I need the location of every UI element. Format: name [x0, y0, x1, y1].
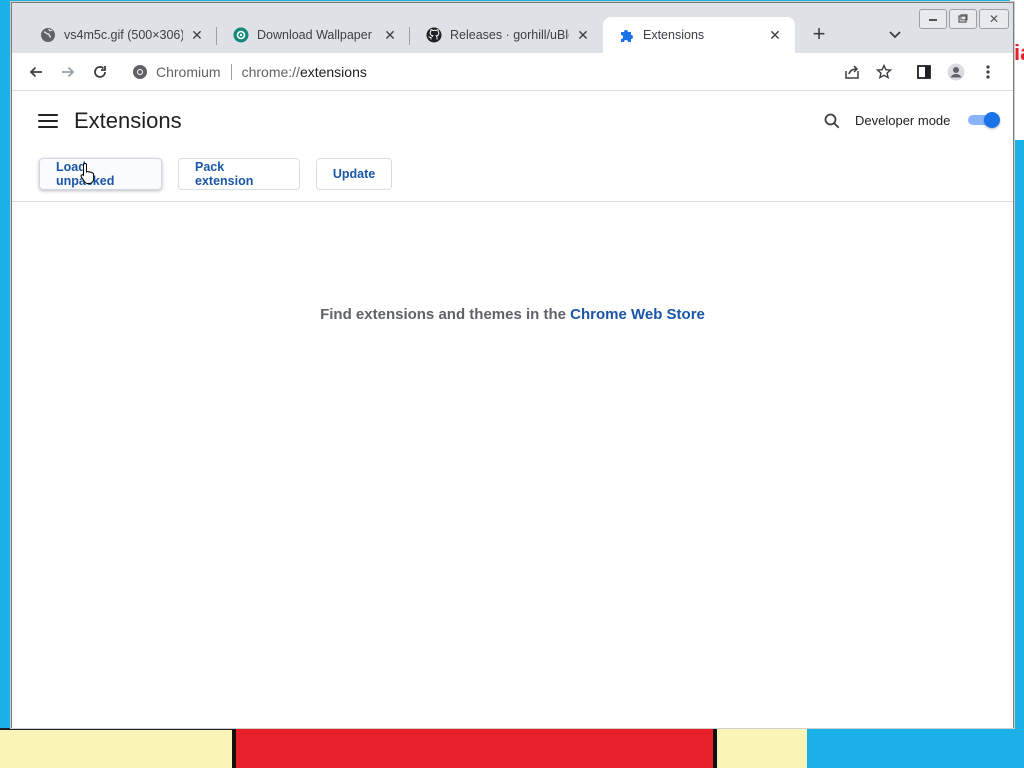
- omnibox-separator: [230, 64, 232, 80]
- desktop-drawing-fragment: ia: [1014, 40, 1024, 65]
- back-arrow-icon[interactable]: [26, 62, 46, 82]
- side-panel-icon[interactable]: [914, 62, 934, 82]
- kebab-menu-icon[interactable]: [978, 62, 998, 82]
- browser-toolbar: Chromium chrome:// extensions: [12, 53, 1013, 91]
- hand-pointer-cursor-icon: [80, 162, 96, 186]
- hamburger-menu-icon[interactable]: [38, 112, 58, 130]
- chevron-down-icon[interactable]: [885, 25, 905, 45]
- tab-title: Releases · gorhill/uBlock: [450, 28, 569, 42]
- tab-strip: vs4m5c.gif (500×306) ✕ Download Wallpape…: [12, 3, 1013, 53]
- tab-title: vs4m5c.gif (500×306): [64, 28, 183, 42]
- load-unpacked-button[interactable]: Load unpacked: [39, 158, 162, 190]
- tab-github-releases[interactable]: Releases · gorhill/uBlock ✕: [410, 17, 603, 53]
- window-controls: ✕: [917, 9, 1009, 29]
- restore-button[interactable]: [949, 9, 977, 29]
- new-tab-button[interactable]: +: [807, 23, 831, 47]
- puzzle-icon: [619, 27, 635, 43]
- toggle-knob: [984, 112, 1000, 128]
- empty-state-text: Find extensions and themes in the: [320, 306, 571, 323]
- close-tab-icon[interactable]: ✕: [575, 27, 591, 43]
- profile-avatar-icon[interactable]: [946, 62, 966, 82]
- url-scheme: chrome://: [241, 64, 300, 80]
- site-label: Chromium: [156, 64, 221, 80]
- share-icon[interactable]: [842, 62, 862, 82]
- empty-state-message: Find extensions and themes in the Chrome…: [12, 306, 1013, 323]
- tab-extensions[interactable]: Extensions ✕: [603, 17, 795, 53]
- url-path: extensions: [299, 64, 367, 80]
- extensions-header: Extensions Developer mode Load unpacked …: [12, 92, 1013, 202]
- tab-gif[interactable]: vs4m5c.gif (500×306) ✕: [24, 17, 217, 53]
- developer-mode-toggle[interactable]: [968, 112, 1000, 128]
- extensions-page: Extensions Developer mode Load unpacked …: [12, 92, 1013, 728]
- desktop-background-fragment: [0, 728, 232, 768]
- tab-title: Extensions: [643, 28, 705, 42]
- desktop-background-fragment: [232, 728, 717, 768]
- minimize-button[interactable]: [919, 9, 947, 29]
- tab-wallpaper-engine[interactable]: Download Wallpaper Engine ✕: [217, 17, 410, 53]
- close-tab-icon[interactable]: ✕: [382, 27, 398, 43]
- developer-mode-label: Developer mode: [855, 113, 951, 128]
- forward-arrow-icon[interactable]: [58, 62, 78, 82]
- globe-icon: [40, 27, 56, 43]
- page-title: Extensions: [74, 108, 182, 133]
- update-button[interactable]: Update: [316, 158, 392, 190]
- wallpaper-engine-icon: [233, 27, 249, 43]
- bookmark-star-icon[interactable]: [874, 62, 894, 82]
- desktop-background-fragment: [717, 728, 807, 768]
- reload-icon[interactable]: [90, 62, 110, 82]
- close-window-button[interactable]: ✕: [979, 9, 1009, 29]
- address-bar[interactable]: Chromium chrome:// extensions: [124, 58, 900, 86]
- pack-extension-button[interactable]: Pack extension: [178, 158, 300, 190]
- browser-window: vs4m5c.gif (500×306) ✕ Download Wallpape…: [11, 2, 1014, 728]
- chromium-icon: [132, 64, 148, 80]
- chrome-web-store-link[interactable]: Chrome Web Store: [570, 306, 705, 323]
- github-icon: [426, 27, 442, 43]
- search-icon[interactable]: [822, 111, 842, 131]
- close-tab-icon[interactable]: ✕: [767, 27, 783, 43]
- close-tab-icon[interactable]: ✕: [189, 27, 205, 43]
- tab-title: Download Wallpaper Engine: [257, 28, 376, 42]
